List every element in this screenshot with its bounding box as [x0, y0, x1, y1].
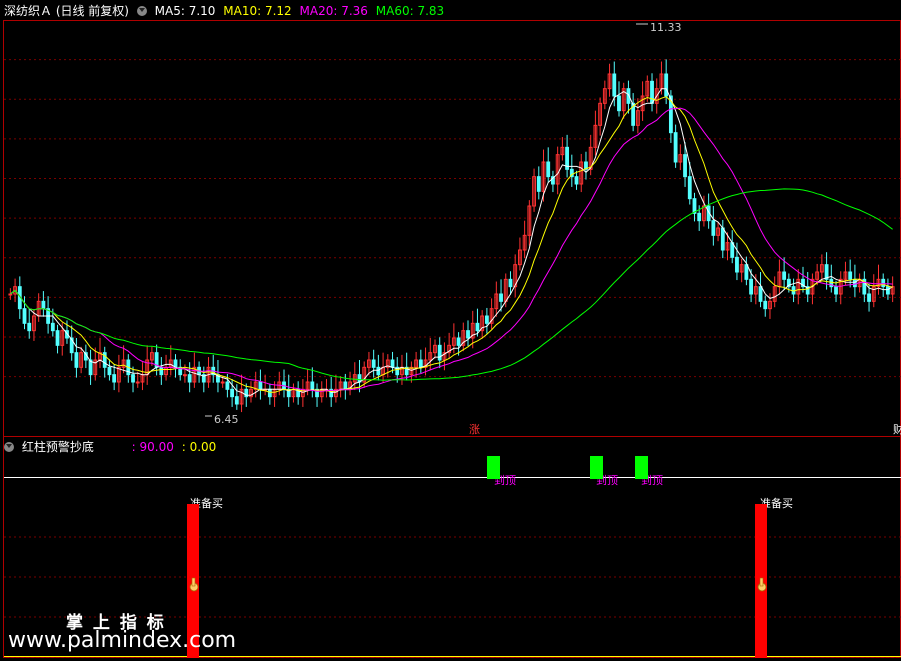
- indicator-bars: [187, 456, 767, 658]
- stock-title[interactable]: 深纺织Ａ (日线 前复权): [4, 4, 129, 18]
- candle-body: [508, 278, 513, 288]
- candle-body: [258, 381, 263, 390]
- candle-body: [687, 176, 692, 200]
- indicator-value-2: : 0.00: [181, 440, 217, 454]
- ma5-label: MA5: 7.10: [154, 4, 216, 18]
- candle-body: [744, 264, 749, 280]
- candle-body: [711, 220, 716, 236]
- candle-body: [343, 381, 348, 390]
- candle-body: [230, 388, 235, 398]
- candle-body: [74, 352, 79, 368]
- stock-chart[interactable]: 11.33 6.45 涨 财 到顶 到顶 到顶 准备买 准备买: [0, 0, 901, 661]
- ma10-line: [10, 96, 893, 393]
- candle-body: [612, 73, 617, 97]
- candle-body: [782, 271, 787, 280]
- candle-body: [267, 388, 272, 398]
- candle-body: [650, 80, 654, 104]
- candle-body: [735, 256, 739, 273]
- candle-body: [418, 359, 423, 368]
- candle-body: [371, 359, 376, 368]
- candle-body: [720, 227, 725, 251]
- candlestick-series[interactable]: [8, 59, 895, 413]
- candle-body: [310, 381, 315, 390]
- cai-mark: 财: [893, 422, 901, 436]
- candle-body: [758, 286, 763, 302]
- candle-body: [390, 359, 395, 368]
- candle-body: [673, 132, 678, 163]
- candle-body: [848, 271, 853, 280]
- zhang-mark: 涨: [469, 423, 480, 436]
- sub-panel-header: 红柱预警抄底 : 90.00 : 0.00: [4, 438, 220, 456]
- ma20-label: MA20: 7.36: [299, 4, 368, 18]
- candle-body: [22, 308, 27, 324]
- ma60-label: MA60: 7.83: [375, 4, 445, 18]
- indicator-title[interactable]: 红柱预警抄底: [22, 440, 94, 454]
- chevron-down-icon[interactable]: [4, 441, 14, 452]
- ma20-line: [10, 107, 893, 392]
- candle-body: [135, 381, 140, 384]
- candle-body: [763, 300, 768, 310]
- candle-body: [683, 154, 687, 178]
- candle-body: [112, 374, 117, 383]
- ma10-label: MA10: 7.12: [223, 4, 292, 18]
- indicator-value-1: : 90.00: [131, 440, 174, 454]
- candle-body: [437, 344, 442, 361]
- candle-body: [27, 322, 32, 332]
- watermark-url: www.palmindex.com: [8, 628, 237, 653]
- top-signal-bar: [487, 456, 500, 479]
- top-signal-bar: [635, 456, 648, 479]
- candle-body: [131, 374, 135, 383]
- ma5-line: [10, 88, 893, 396]
- candle-body: [8, 293, 13, 296]
- candle-body: [867, 293, 871, 302]
- candle-body: [376, 366, 381, 376]
- candle-body: [617, 95, 621, 112]
- candle-body: [234, 396, 239, 405]
- candle-body: [41, 300, 46, 310]
- candle-body: [187, 374, 192, 383]
- candle-body: [697, 212, 702, 222]
- top-signal-bar: [590, 456, 603, 479]
- candle-body: [225, 381, 230, 390]
- candle-body: [499, 293, 503, 302]
- min-price-label: 6.45: [214, 413, 239, 426]
- candle-body: [664, 73, 669, 97]
- candle-body: [546, 161, 551, 178]
- candle-body: [456, 337, 461, 346]
- candle-body: [183, 374, 187, 377]
- candle-body: [55, 330, 60, 346]
- candle-body: [886, 286, 890, 295]
- chevron-down-icon[interactable]: [136, 5, 147, 16]
- candle-body: [484, 315, 489, 324]
- candle-body: [749, 278, 754, 295]
- candle-body: [50, 322, 55, 332]
- main-panel-header: 深纺织Ａ (日线 前复权) MA5: 7.10 MA10: 7.12 MA20:…: [4, 2, 448, 20]
- candle-body: [852, 278, 857, 288]
- moving-average-lines: [10, 23, 893, 417]
- candle-body: [159, 366, 164, 376]
- candle-body: [834, 286, 838, 295]
- candle-body: [881, 278, 886, 288]
- max-price-label: 11.33: [650, 21, 682, 34]
- candle-body: [536, 176, 541, 192]
- candle-body: [574, 176, 579, 185]
- candle-body: [220, 381, 225, 384]
- candle-body: [107, 366, 112, 376]
- candle-body: [466, 330, 470, 339]
- candle-body: [475, 322, 480, 332]
